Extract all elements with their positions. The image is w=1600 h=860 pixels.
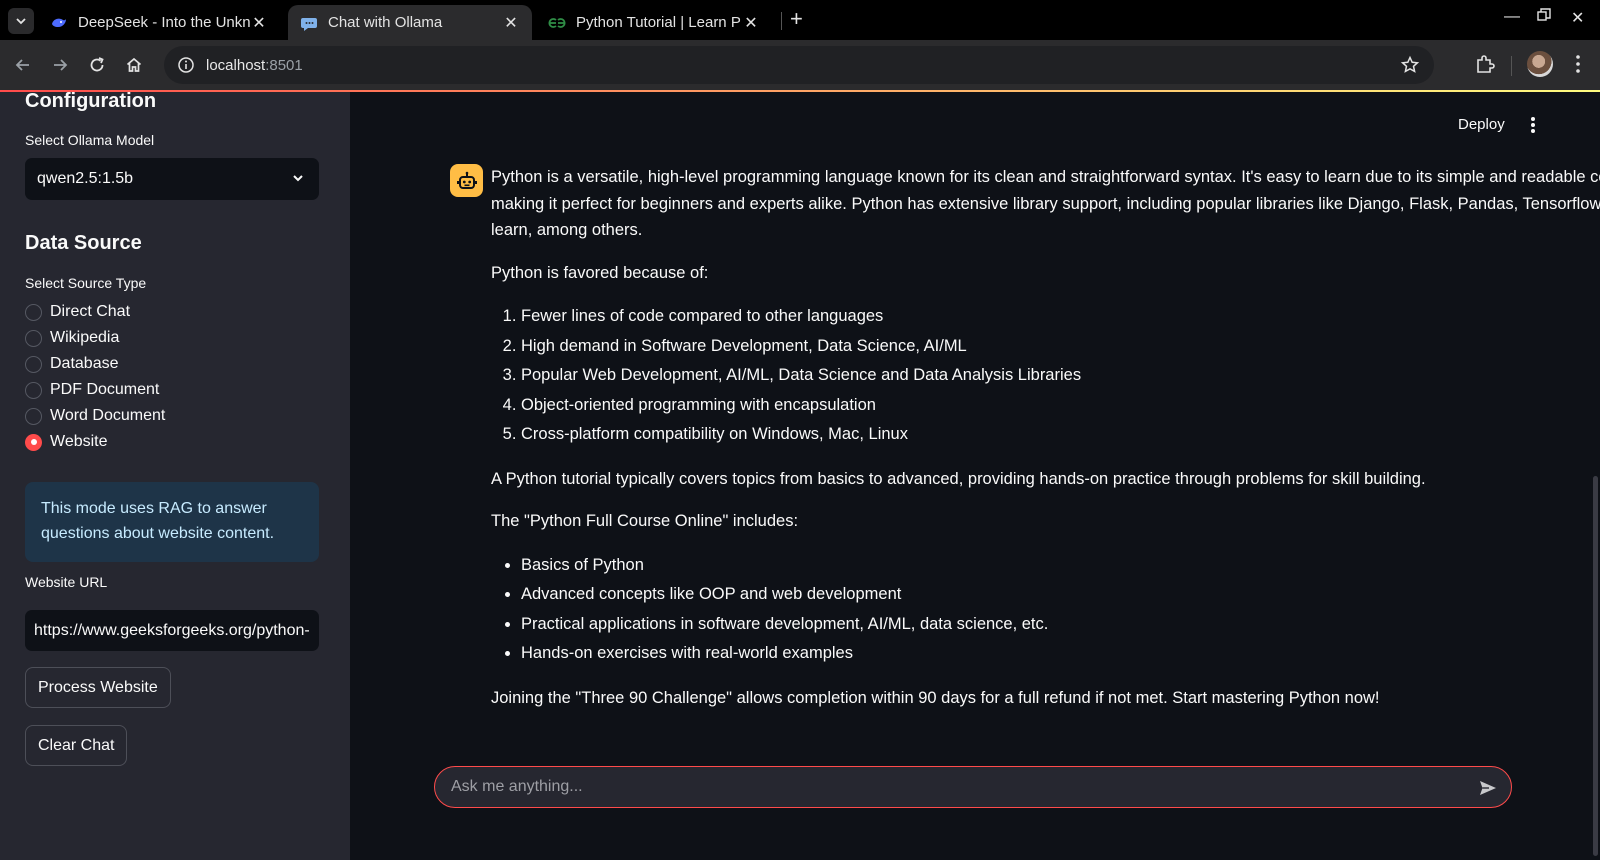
radio-circle-selected [25,433,42,451]
reload-icon[interactable] [86,54,108,76]
browser-toolbar: localhost:8501 [0,40,1600,90]
rag-info-alert: This mode uses RAG to answer questions a… [25,482,319,562]
toolbar-divider [1511,56,1512,76]
radio-label: Word Document [50,407,166,424]
close-tab-icon[interactable]: ✕ [250,13,268,33]
tab-separator [781,12,782,30]
new-tab-plus-icon[interactable]: + [790,8,803,30]
list-item: High demand in Software Development, Dat… [521,332,1600,362]
site-info-icon[interactable] [176,55,196,75]
model-select[interactable]: qwen2.5:1.5b [25,158,319,200]
tab-python-tutorial[interactable]: Python Tutorial | Learn P ✕ [536,5,772,40]
minimize-window-icon[interactable]: — [1504,8,1520,26]
radio-direct-chat[interactable]: Direct Chat [25,300,130,324]
deepseek-whale-icon [50,14,68,32]
message-paragraph: A Python tutorial typically covers topic… [491,469,1426,488]
close-tab-icon[interactable]: ✕ [742,13,760,33]
browser-tab-bar: DeepSeek - Into the Unkn ✕ Chat with Oll… [0,0,1600,40]
restore-window-icon[interactable] [1537,8,1551,27]
chat-input-container [434,766,1512,808]
home-icon[interactable] [123,54,145,76]
process-website-button[interactable]: Process Website [25,667,171,708]
app-menu-kebab-icon[interactable] [1526,114,1540,141]
website-url-input[interactable] [25,610,319,651]
website-url-label: Website URL [25,574,108,590]
profile-avatar[interactable] [1527,51,1553,77]
browser-menu-kebab-icon[interactable] [1568,53,1588,80]
deploy-button[interactable]: Deploy [1458,116,1505,133]
close-tab-icon[interactable]: ✕ [502,13,520,33]
list-item: Hands-on exercises with real-world examp… [521,639,1600,669]
message-paragraph: Python is favored because of: [491,263,709,282]
radio-label: Direct Chat [50,303,131,320]
send-icon[interactable] [1477,777,1499,799]
list-item: Cross-platform compatibility on Windows,… [521,420,1600,450]
address-bar[interactable]: localhost:8501 [164,46,1434,84]
forward-arrow-icon[interactable] [49,54,71,76]
list-item: Practical applications in software devel… [521,610,1600,640]
data-source-heading: Data Source [25,232,142,254]
geeksforgeeks-icon [548,14,566,32]
model-select-value: qwen2.5:1.5b [37,170,134,187]
main-scrollbar[interactable] [1593,476,1598,856]
radio-database[interactable]: Database [25,352,119,376]
list-item: Fewer lines of code compared to other la… [521,302,1600,332]
chat-input[interactable] [451,767,1431,807]
radio-wikipedia[interactable]: Wikipedia [25,326,119,350]
list-item: Basics of Python [521,551,1600,581]
url-host: localhost [206,56,266,74]
list-item: Object-oriented programming with encapsu… [521,391,1600,421]
chevron-down-icon [291,171,305,190]
list-item: Advanced concepts like OOP and web devel… [521,580,1600,610]
close-window-icon[interactable]: ✕ [1571,8,1584,28]
radio-website[interactable]: Website [25,430,108,454]
url-text: localhost:8501 [206,57,303,74]
message-paragraph: The "Python Full Course Online" includes… [491,512,799,530]
chevron-down-icon [16,18,26,25]
assistant-bot-icon [450,164,483,197]
radio-circle [25,407,42,425]
bookmark-star-icon[interactable] [1400,55,1420,80]
configuration-heading: Configuration [25,90,157,112]
speech-bubble-icon [300,14,318,32]
radio-circle [25,381,42,399]
tab-chat-with-ollama[interactable]: Chat with Ollama ✕ [288,5,532,40]
message-paragraph: Python is a versatile, high-level progra… [491,168,1600,239]
tab-title: DeepSeek - Into the Unkn [78,14,250,31]
radio-circle [25,303,42,321]
source-type-label: Select Source Type [25,275,147,291]
sidebar: Configuration Select Ollama Model qwen2.… [0,90,350,860]
assistant-message: Python is a versatile, high-level progra… [491,164,1600,727]
tab-title: Python Tutorial | Learn P [576,14,741,31]
back-arrow-icon[interactable] [12,54,34,76]
bullet-list: Basics of Python Advanced concepts like … [521,551,1600,669]
radio-label: Website [50,433,108,450]
model-select-label: Select Ollama Model [25,132,155,148]
clear-chat-button[interactable]: Clear Chat [25,725,128,766]
radio-label: PDF Document [50,381,160,398]
tab-deepseek[interactable]: DeepSeek - Into the Unkn ✕ [38,5,280,40]
message-paragraph: Joining the "Three 90 Challenge" allows … [491,688,1380,707]
radio-pdf-document[interactable]: PDF Document [25,378,159,402]
tab-title: Chat with Ollama [328,14,443,31]
ordered-list: Fewer lines of code compared to other la… [521,302,1600,450]
extensions-puzzle-icon[interactable] [1474,53,1496,80]
radio-circle [25,329,42,347]
tab-search-dropdown-button[interactable] [8,8,34,34]
main-chat-area: Deploy Python is a versatile, high-level… [350,92,1600,860]
url-port: :8501 [265,56,303,74]
radio-label: Wikipedia [50,329,120,346]
radio-word-document[interactable]: Word Document [25,404,165,428]
radio-label: Database [50,355,119,372]
list-item: Popular Web Development, AI/ML, Data Sci… [521,361,1600,391]
radio-circle [25,355,42,373]
